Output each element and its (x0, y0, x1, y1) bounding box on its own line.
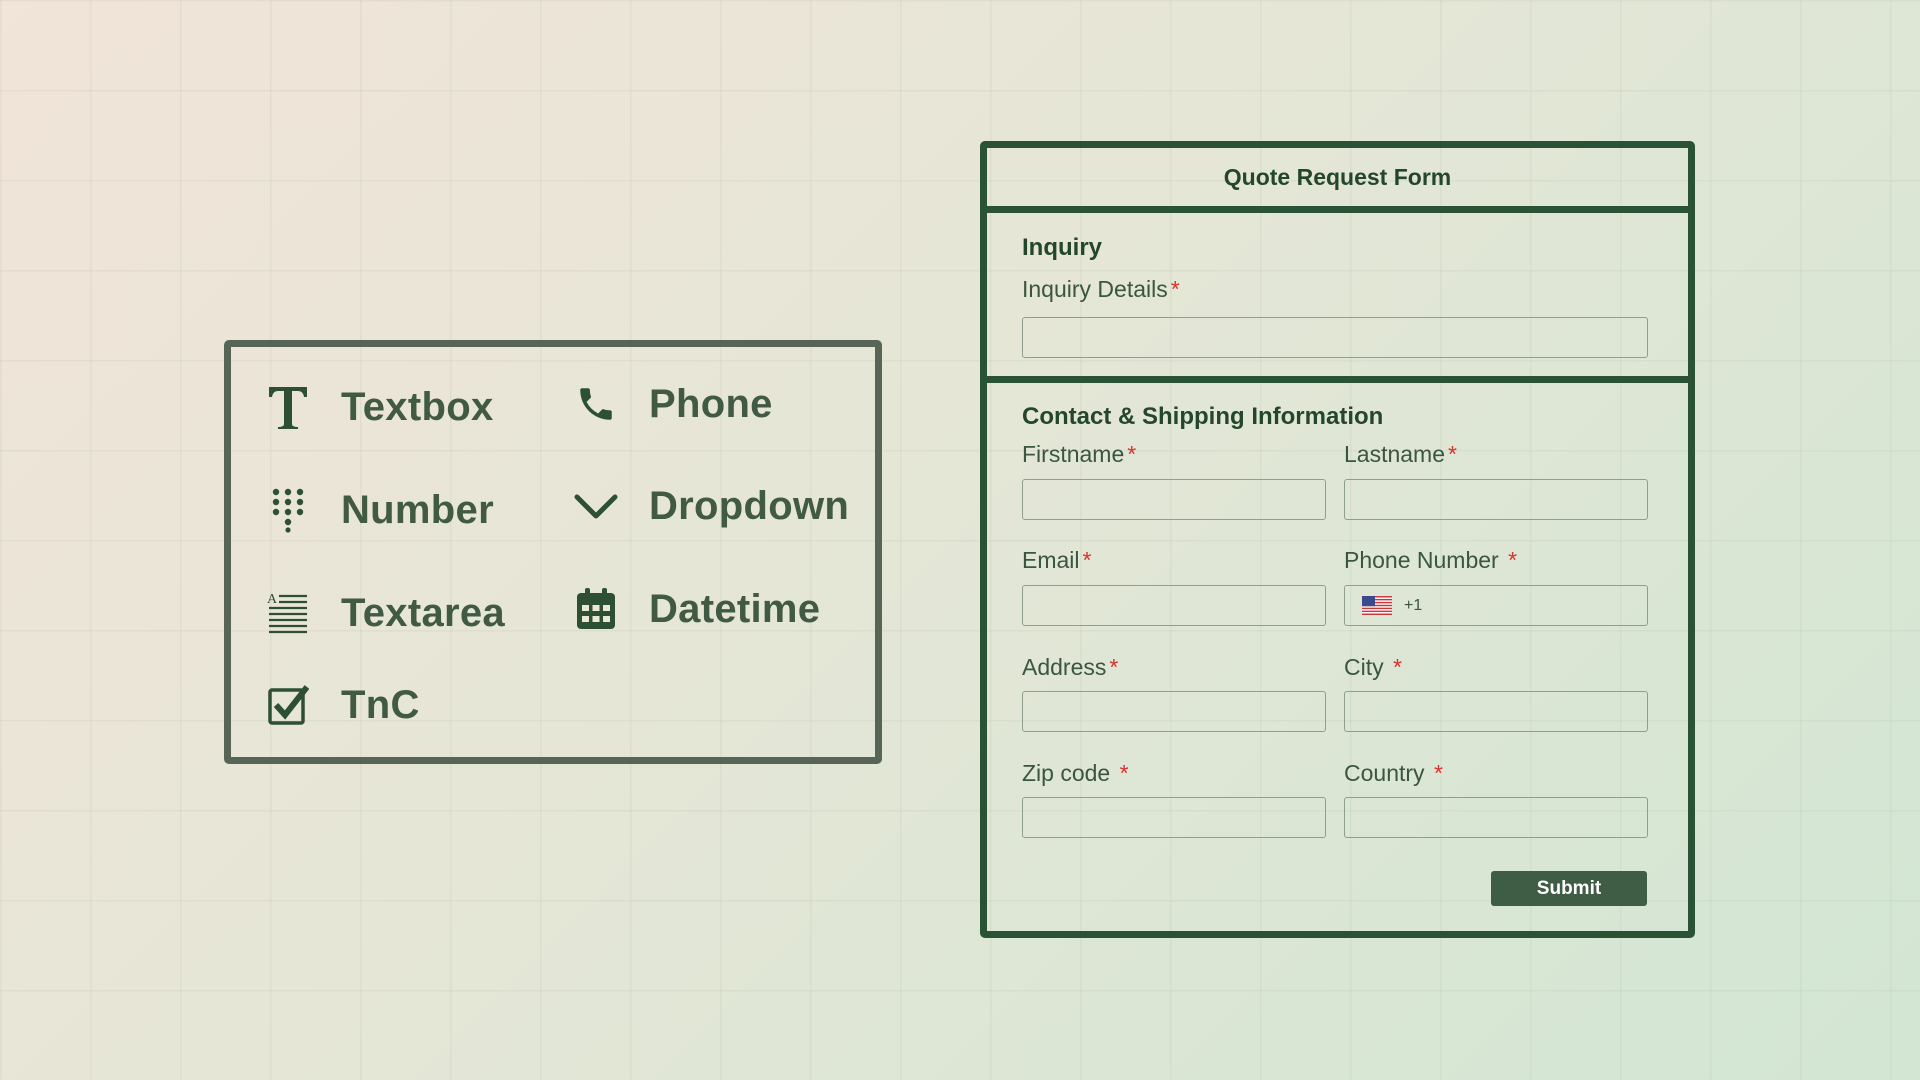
palette-item-label: Dropdown (649, 483, 850, 528)
email-label: Email * (1022, 547, 1092, 573)
phone-number-label: Phone Number * (1344, 547, 1518, 573)
section-title-contact: Contact & Shipping Information (1022, 403, 1384, 430)
required-marker: * (1170, 276, 1180, 302)
city-input[interactable] (1344, 691, 1648, 732)
palette-item-label: Phone (649, 381, 773, 426)
required-marker: * (1127, 441, 1137, 467)
address-label: Address * (1022, 654, 1119, 680)
svg-text:A: A (267, 592, 278, 607)
zip-code-input[interactable] (1022, 797, 1326, 838)
text-t-icon (265, 381, 311, 433)
firstname-label: Firstname * (1022, 441, 1137, 467)
palette-item-label: Datetime (649, 586, 821, 631)
required-marker: * (1448, 441, 1457, 467)
section-divider (987, 206, 1688, 213)
textarea-lines-icon: A (265, 587, 311, 639)
phone-icon (573, 378, 619, 430)
checkbox-checked-icon (265, 679, 311, 731)
field-palette: Textbox Phone Number Dropdown A Textarea… (224, 340, 882, 764)
us-flag-icon[interactable] (1362, 596, 1392, 615)
phone-number-field[interactable]: +1 (1344, 585, 1648, 626)
required-marker: * (1433, 760, 1443, 786)
dial-code: +1 (1404, 596, 1423, 614)
palette-item-label: Textarea (341, 590, 505, 635)
lastname-label: Lastname * (1344, 441, 1457, 467)
zip-code-label: Zip code * (1022, 760, 1129, 786)
palette-item-label: Number (341, 487, 494, 532)
palette-item-tnc[interactable]: TnC (265, 679, 420, 731)
email-input[interactable] (1022, 585, 1326, 626)
chevron-down-icon (573, 480, 619, 532)
required-marker: * (1119, 760, 1129, 786)
lastname-input[interactable] (1344, 479, 1648, 520)
phone-number-input[interactable] (1422, 585, 1647, 626)
palette-item-number[interactable]: Number (265, 484, 494, 536)
palette-item-label: Textbox (341, 384, 494, 429)
inquiry-details-input[interactable] (1022, 317, 1648, 358)
country-label: Country * (1344, 760, 1443, 786)
country-input[interactable] (1344, 797, 1648, 838)
calendar-icon (573, 583, 619, 635)
form-title: Quote Request Form (1223, 163, 1452, 190)
required-marker: * (1393, 654, 1402, 680)
inquiry-details-label: Inquiry Details * (1022, 276, 1180, 302)
required-marker: * (1508, 547, 1518, 573)
section-divider (987, 376, 1688, 383)
section-title-inquiry: Inquiry (1022, 234, 1103, 261)
palette-item-datetime[interactable]: Datetime (573, 583, 820, 635)
required-marker: * (1082, 547, 1092, 573)
palette-item-label: TnC (341, 682, 420, 727)
firstname-input[interactable] (1022, 479, 1326, 520)
address-input[interactable] (1022, 691, 1326, 732)
palette-item-textarea[interactable]: A Textarea (265, 587, 505, 639)
palette-item-phone[interactable]: Phone (573, 378, 773, 430)
keypad-icon (265, 484, 311, 536)
city-label: City * (1344, 654, 1402, 680)
submit-button[interactable]: Submit (1491, 871, 1647, 906)
palette-item-dropdown[interactable]: Dropdown (573, 480, 849, 532)
quote-request-form: Quote Request Form Inquiry Inquiry Detai… (980, 141, 1695, 938)
palette-item-textbox[interactable]: Textbox (265, 381, 494, 433)
required-marker: * (1109, 654, 1119, 680)
